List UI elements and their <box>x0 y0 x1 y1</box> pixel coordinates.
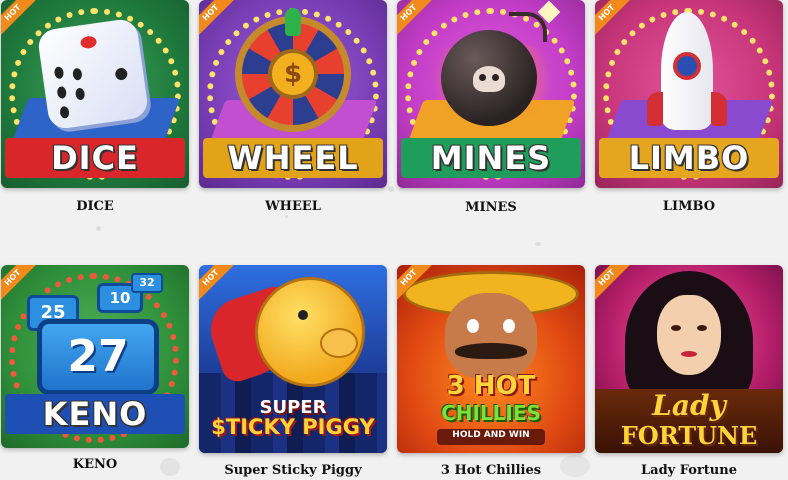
game-title[interactable]: MINES <box>397 200 585 215</box>
sombrero-man-icon <box>445 293 537 379</box>
game-logo-top: Lady <box>652 389 726 422</box>
game-thumbnail[interactable]: HOT DICE <box>1 0 189 188</box>
game-title[interactable]: Lady Fortune <box>595 463 783 478</box>
hot-badge: HOT <box>595 265 634 305</box>
game-grid: HOT DICE DICE HOT $ WHEEL WHEEL HOT MINE… <box>0 0 788 480</box>
game-card-limbo[interactable]: HOT LIMBO LIMBO <box>595 0 783 214</box>
hot-badge: HOT <box>199 265 238 305</box>
game-card-dice[interactable]: HOT DICE DICE <box>1 0 189 214</box>
game-card-wheel[interactable]: HOT $ WHEEL WHEEL <box>199 0 387 214</box>
rocket-icon <box>647 12 727 130</box>
keno-ball-27: 27 <box>37 319 159 395</box>
game-thumbnail[interactable]: HOT MINES <box>397 0 585 188</box>
game-logo-bottom: FORTUNE <box>620 421 758 450</box>
game-title[interactable]: 3 Hot Chillies <box>397 463 585 478</box>
game-thumbnail[interactable]: HOT Lady FORTUNE <box>595 265 783 453</box>
game-thumbnail[interactable]: HOT $ WHEEL <box>199 0 387 188</box>
lady-portrait-icon <box>657 295 721 375</box>
game-thumbnail[interactable]: HOT LIMBO <box>595 0 783 188</box>
keno-ball-32: 32 <box>131 273 163 293</box>
game-logo: KENO <box>5 394 185 434</box>
game-logo-top: 3 HOT <box>446 371 536 401</box>
game-title[interactable]: DICE <box>1 199 189 214</box>
game-logo-bottom: HOLD AND WIN <box>452 430 530 440</box>
game-thumbnail[interactable]: HOT SUPER $TICKY PIGGY <box>199 265 387 453</box>
game-card-3-hot-chillies[interactable]: HOT 3 HOT CHILLIES HOLD AND WIN 3 Hot Ch… <box>397 265 585 478</box>
game-logo: MINES <box>401 138 581 178</box>
game-logo-mid: CHILLIES <box>441 401 541 425</box>
game-title[interactable]: LIMBO <box>595 199 783 214</box>
game-logo: DICE <box>5 138 185 178</box>
game-logo: LIMBO <box>599 138 779 178</box>
snake-pointer-icon <box>285 8 301 36</box>
game-logo-bottom: $TICKY PIGGY <box>211 415 375 439</box>
dice-icon <box>36 17 150 131</box>
game-title[interactable]: KENO <box>1 457 189 472</box>
bomb-icon <box>441 30 537 126</box>
game-card-keno[interactable]: HOT 25 10 32 27 KENO KENO <box>1 265 189 472</box>
game-logo: WHEEL <box>203 138 383 178</box>
game-card-mines[interactable]: HOT MINES MINES <box>397 0 585 215</box>
game-thumbnail[interactable]: HOT 3 HOT CHILLIES HOLD AND WIN <box>397 265 585 453</box>
flying-pig-icon <box>255 277 365 387</box>
game-title[interactable]: WHEEL <box>199 199 387 214</box>
game-card-lady-fortune[interactable]: HOT Lady FORTUNE Lady Fortune <box>595 265 783 478</box>
game-title[interactable]: Super Sticky Piggy <box>199 463 387 478</box>
game-card-super-sticky-piggy[interactable]: HOT SUPER $TICKY PIGGY Super Sticky Pigg… <box>199 265 387 478</box>
game-thumbnail[interactable]: HOT 25 10 32 27 KENO <box>1 265 189 448</box>
